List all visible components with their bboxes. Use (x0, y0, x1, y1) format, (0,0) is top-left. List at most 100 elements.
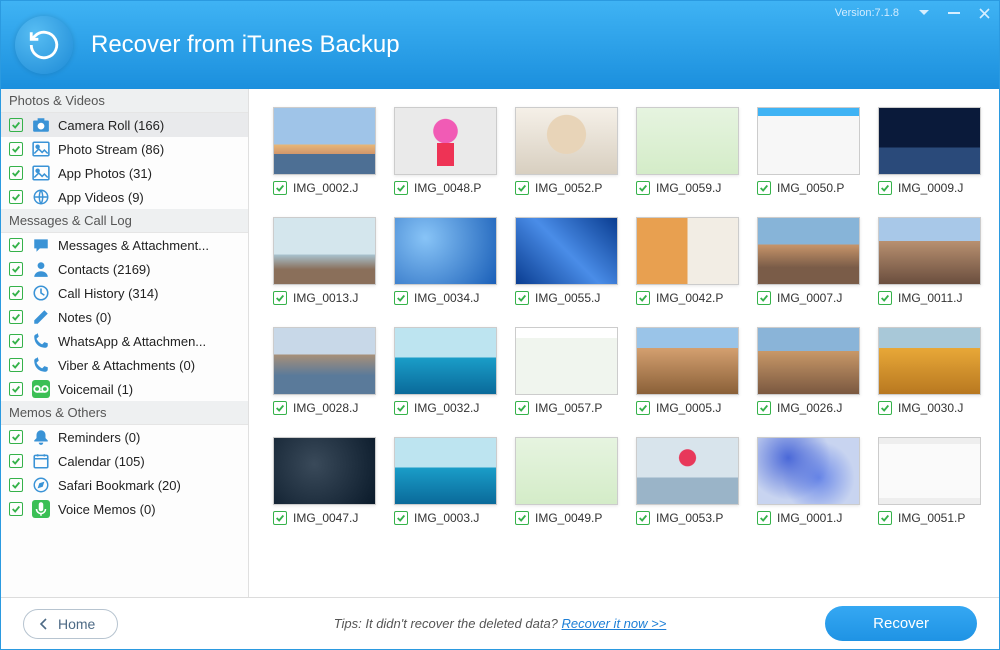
checkbox-icon[interactable] (9, 358, 23, 372)
checkbox-icon[interactable] (636, 181, 650, 195)
home-button[interactable]: Home (23, 609, 118, 639)
checkbox-icon[interactable] (757, 511, 771, 525)
thumbnail-image[interactable] (515, 217, 618, 285)
thumbnail-image[interactable] (515, 107, 618, 175)
checkbox-icon[interactable] (636, 291, 650, 305)
checkbox-icon[interactable] (9, 286, 23, 300)
thumbnail-image[interactable] (636, 217, 739, 285)
checkbox-icon[interactable] (9, 118, 23, 132)
checkbox-icon[interactable] (757, 291, 771, 305)
checkbox-icon[interactable] (9, 142, 23, 156)
thumbnail-cell[interactable]: IMG_0003.J (394, 437, 497, 525)
thumbnail-cell[interactable]: IMG_0047.J (273, 437, 376, 525)
sidebar-item[interactable]: Safari Bookmark (20) (1, 473, 248, 497)
checkbox-icon[interactable] (878, 181, 892, 195)
close-button[interactable] (969, 1, 999, 25)
thumbnail-image[interactable] (273, 107, 376, 175)
thumbnail-image[interactable] (878, 217, 981, 285)
thumbnail-image[interactable] (878, 437, 981, 505)
checkbox-icon[interactable] (515, 401, 529, 415)
sidebar-item[interactable]: Notes (0) (1, 305, 248, 329)
thumbnail-image[interactable] (636, 327, 739, 395)
sidebar-item[interactable]: Call History (314) (1, 281, 248, 305)
thumbnail-cell[interactable]: IMG_0034.J (394, 217, 497, 305)
checkbox-icon[interactable] (515, 511, 529, 525)
thumbnail-image[interactable] (878, 327, 981, 395)
checkbox-icon[interactable] (515, 181, 529, 195)
checkbox-icon[interactable] (9, 262, 23, 276)
thumbnail-cell[interactable]: IMG_0051.P (878, 437, 981, 525)
thumbnail-cell[interactable]: IMG_0042.P (636, 217, 739, 305)
recover-button[interactable]: Recover (825, 606, 977, 641)
checkbox-icon[interactable] (394, 401, 408, 415)
checkbox-icon[interactable] (757, 401, 771, 415)
sidebar-item[interactable]: App Photos (31) (1, 161, 248, 185)
thumbnail-image[interactable] (515, 437, 618, 505)
thumbnail-image[interactable] (757, 107, 860, 175)
checkbox-icon[interactable] (515, 291, 529, 305)
checkbox-icon[interactable] (9, 454, 23, 468)
thumbnail-cell[interactable]: IMG_0013.J (273, 217, 376, 305)
sidebar-item[interactable]: App Videos (9) (1, 185, 248, 209)
sidebar-item[interactable]: Camera Roll (166) (1, 113, 248, 137)
sidebar-item[interactable]: Viber & Attachments (0) (1, 353, 248, 377)
checkbox-icon[interactable] (273, 181, 287, 195)
checkbox-icon[interactable] (9, 166, 23, 180)
checkbox-icon[interactable] (9, 334, 23, 348)
sidebar-item[interactable]: Contacts (2169) (1, 257, 248, 281)
checkbox-icon[interactable] (878, 401, 892, 415)
checkbox-icon[interactable] (636, 511, 650, 525)
thumbnail-image[interactable] (757, 327, 860, 395)
thumbnail-image[interactable] (273, 217, 376, 285)
thumbnail-cell[interactable]: IMG_0048.P (394, 107, 497, 195)
thumbnail-image[interactable] (636, 437, 739, 505)
thumbnail-cell[interactable]: IMG_0011.J (878, 217, 981, 305)
checkbox-icon[interactable] (9, 478, 23, 492)
checkbox-icon[interactable] (757, 181, 771, 195)
thumbnail-cell[interactable]: IMG_0009.J (878, 107, 981, 195)
thumbnail-image[interactable] (394, 437, 497, 505)
minimize-button[interactable] (939, 1, 969, 25)
checkbox-icon[interactable] (394, 181, 408, 195)
thumbnail-image[interactable] (636, 107, 739, 175)
recover-now-link[interactable]: Recover it now >> (562, 616, 667, 631)
thumbnail-cell[interactable]: IMG_0032.J (394, 327, 497, 415)
thumbnail-image[interactable] (273, 437, 376, 505)
sidebar-item[interactable]: Reminders (0) (1, 425, 248, 449)
checkbox-icon[interactable] (636, 401, 650, 415)
thumbnail-cell[interactable]: IMG_0055.J (515, 217, 618, 305)
thumbnail-cell[interactable]: IMG_0001.J (757, 437, 860, 525)
checkbox-icon[interactable] (878, 511, 892, 525)
thumbnail-image[interactable] (757, 217, 860, 285)
checkbox-icon[interactable] (9, 310, 23, 324)
thumbnail-image[interactable] (757, 437, 860, 505)
thumbnail-image[interactable] (273, 327, 376, 395)
thumbnail-cell[interactable]: IMG_0050.P (757, 107, 860, 195)
thumbnail-cell[interactable]: IMG_0057.P (515, 327, 618, 415)
thumbnail-cell[interactable]: IMG_0026.J (757, 327, 860, 415)
thumbnail-image[interactable] (394, 107, 497, 175)
sidebar-item[interactable]: Messages & Attachment... (1, 233, 248, 257)
thumbnail-cell[interactable]: IMG_0052.P (515, 107, 618, 195)
thumbnail-cell[interactable]: IMG_0059.J (636, 107, 739, 195)
checkbox-icon[interactable] (394, 511, 408, 525)
thumbnail-cell[interactable]: IMG_0005.J (636, 327, 739, 415)
sidebar-item[interactable]: Calendar (105) (1, 449, 248, 473)
thumbnail-image[interactable] (394, 327, 497, 395)
sidebar-item[interactable]: Voicemail (1) (1, 377, 248, 401)
thumbnail-cell[interactable]: IMG_0002.J (273, 107, 376, 195)
checkbox-icon[interactable] (9, 382, 23, 396)
dropdown-button[interactable] (909, 1, 939, 25)
thumbnail-image[interactable] (394, 217, 497, 285)
checkbox-icon[interactable] (878, 291, 892, 305)
sidebar-item[interactable]: WhatsApp & Attachmen... (1, 329, 248, 353)
checkbox-icon[interactable] (9, 430, 23, 444)
thumbnail-cell[interactable]: IMG_0028.J (273, 327, 376, 415)
checkbox-icon[interactable] (9, 238, 23, 252)
thumbnail-cell[interactable]: IMG_0053.P (636, 437, 739, 525)
sidebar-item[interactable]: Voice Memos (0) (1, 497, 248, 521)
sidebar-item[interactable]: Photo Stream (86) (1, 137, 248, 161)
thumbnail-cell[interactable]: IMG_0049.P (515, 437, 618, 525)
checkbox-icon[interactable] (9, 190, 23, 204)
checkbox-icon[interactable] (273, 511, 287, 525)
